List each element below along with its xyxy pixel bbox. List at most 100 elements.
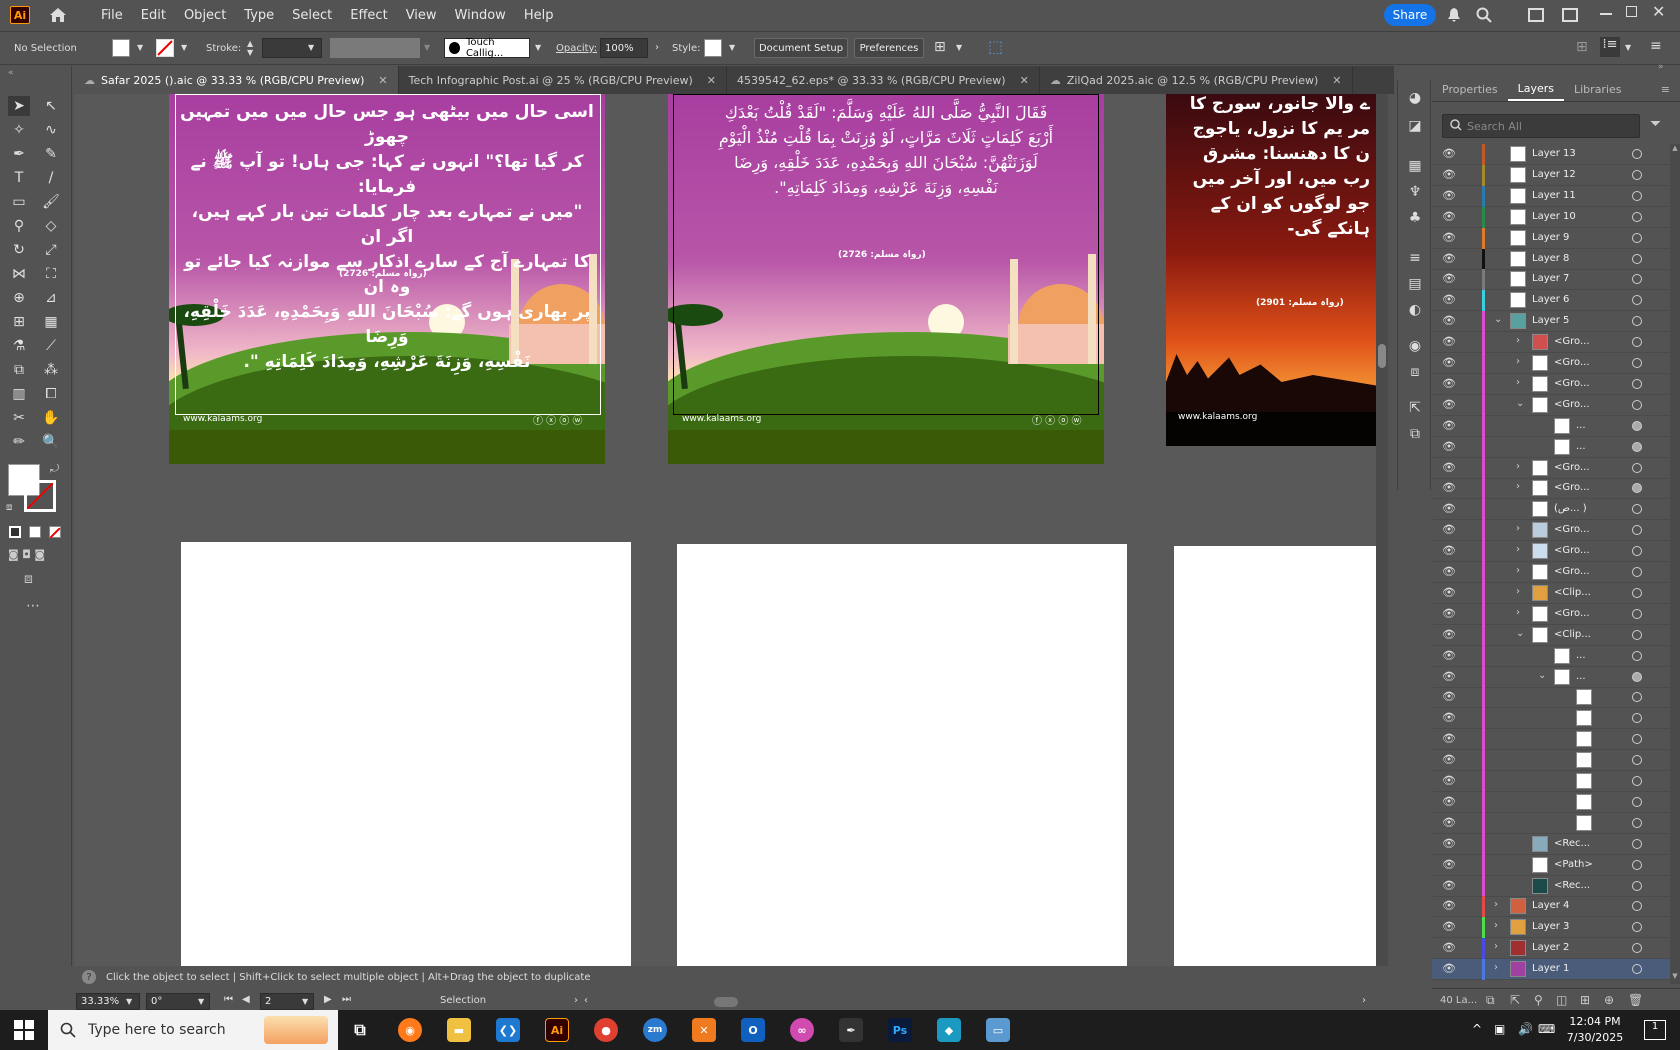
paintbrush-tool-icon[interactable]: 🖌 [40, 192, 62, 212]
visibility-eye-icon[interactable]: 👁 [1442, 481, 1458, 495]
draw-modes-icon[interactable]: ◙ ◘ ◙ [8, 548, 64, 564]
scroll-right-icon[interactable]: › [1362, 995, 1366, 1006]
target-icon[interactable] [1632, 922, 1642, 933]
graphic-style-swatch[interactable] [704, 39, 722, 57]
tab-4539542[interactable]: 4539542_62.eps* @ 33.33 % (RGB/CPU Previ… [727, 66, 1040, 94]
visibility-eye-icon[interactable]: 👁 [1442, 607, 1458, 621]
outlook-icon[interactable]: O [741, 1018, 765, 1042]
layer-row[interactable]: 👁 Layer 11 [1432, 185, 1670, 207]
file-explorer-icon[interactable]: ▬ [447, 1018, 471, 1042]
target-icon[interactable] [1632, 776, 1642, 786]
clock[interactable]: 12:04 PM 7/30/2025 [1558, 1014, 1632, 1046]
symbols-panel-icon[interactable]: ♣ [1405, 208, 1425, 228]
collect-export-icon[interactable]: ⧉ [1486, 993, 1495, 1008]
fill-swatch[interactable] [112, 39, 130, 57]
target-icon[interactable] [1632, 859, 1642, 870]
layer-name[interactable]: <Gro... [1554, 482, 1590, 493]
target-icon[interactable] [1632, 880, 1642, 891]
scroll-down-icon[interactable]: ▼ [1670, 972, 1680, 980]
new-sublayer-icon[interactable]: ⊞ [1580, 993, 1590, 1007]
menu-help[interactable]: Help [515, 8, 563, 23]
stroke-panel-icon[interactable]: ≡ [1405, 248, 1425, 268]
layer-name[interactable]: ... [1576, 441, 1586, 452]
blank-artboard-3[interactable] [1174, 546, 1376, 966]
export-panel-icon[interactable]: ⇱ [1405, 398, 1425, 418]
direct-selection-tool-icon[interactable]: ↖ [40, 96, 62, 116]
minimize-icon[interactable] [1600, 13, 1612, 15]
xampp-icon[interactable]: ✕ [692, 1018, 716, 1042]
prev-artboard-icon[interactable]: ◀ [242, 994, 250, 1005]
brushes-panel-icon[interactable]: ♆ [1405, 182, 1425, 202]
clipping-mask-icon[interactable]: ◫ [1556, 993, 1567, 1007]
layer-name[interactable]: <Rec... [1554, 838, 1590, 849]
layer-row[interactable]: 👁 › <Clip... [1432, 582, 1670, 604]
stroke-dropdown-icon[interactable]: ▼ [181, 43, 187, 52]
layer-row[interactable]: 👁 Layer 13 [1432, 144, 1670, 165]
layer-row[interactable]: 👁 (ص... ) [1432, 499, 1670, 521]
eyedropper-tool-icon[interactable]: ⚗ [8, 336, 30, 356]
panel-options-dropdown-icon[interactable]: ▼ [1625, 43, 1631, 52]
layer-name[interactable]: Layer 1 [1532, 963, 1569, 974]
stroke-color-swatch[interactable] [24, 480, 56, 512]
creative-cloud-icon[interactable]: ∞ [790, 1018, 814, 1042]
line-tool-icon[interactable]: / [40, 168, 62, 188]
first-artboard-icon[interactable]: ⏮ [224, 994, 233, 1005]
menu-edit[interactable]: Edit [132, 8, 175, 23]
visibility-eye-icon[interactable]: 👁 [1442, 795, 1458, 809]
visibility-eye-icon[interactable]: 👁 [1442, 314, 1458, 328]
windows-start-icon[interactable] [14, 1020, 34, 1043]
layer-name[interactable]: Layer 5 [1532, 315, 1569, 326]
color-panel-icon[interactable]: ◕ [1405, 88, 1425, 108]
layer-name[interactable]: <Clip... [1554, 587, 1591, 598]
expand-chevron-icon[interactable]: › [1516, 481, 1526, 492]
visibility-eye-icon[interactable]: 👁 [1442, 711, 1458, 725]
expand-chevron-icon[interactable]: › [1516, 544, 1526, 555]
menu-file[interactable]: File [92, 8, 132, 23]
target-icon[interactable] [1632, 483, 1642, 494]
expand-chevron-icon[interactable]: › [1516, 356, 1526, 367]
artboard-zilqad[interactable]: ے والا جانور، سورج کا مر یم کا نزول، یاج… [1166, 94, 1376, 446]
target-icon[interactable] [1632, 378, 1642, 389]
visibility-eye-icon[interactable]: 👁 [1442, 398, 1458, 412]
rectangle-tool-icon[interactable]: ▭ [8, 192, 30, 212]
layer-row[interactable]: 👁 Layer 6 [1432, 290, 1670, 312]
layer-name[interactable]: Layer 9 [1532, 232, 1569, 243]
type-tool-icon[interactable]: T [8, 168, 30, 188]
layer-row[interactable]: 👁 <Rec... [1432, 875, 1670, 897]
visibility-eye-icon[interactable]: 👁 [1442, 732, 1458, 746]
gradient-mode-icon[interactable] [29, 526, 41, 538]
layer-name[interactable]: <Gro... [1554, 545, 1590, 556]
visibility-eye-icon[interactable]: 👁 [1442, 858, 1458, 872]
expand-chevron-icon[interactable]: › [1494, 962, 1504, 973]
lasso-tool-icon[interactable]: ∿ [40, 120, 62, 140]
layer-row[interactable]: 👁 <Rec... [1432, 833, 1670, 855]
blank-artboard-1[interactable] [181, 542, 631, 966]
target-icon[interactable] [1632, 692, 1642, 703]
layer-name[interactable]: ... [1576, 671, 1586, 682]
artboard-tool-icon[interactable]: ⧠ [40, 384, 62, 404]
visibility-eye-icon[interactable]: 👁 [1442, 565, 1458, 579]
target-icon[interactable] [1632, 211, 1642, 222]
expand-chevron-icon[interactable]: ⌄ [1516, 628, 1526, 639]
expand-chevron-icon[interactable]: › [1516, 586, 1526, 597]
layer-row[interactable]: 👁 › Layer 2 [1432, 938, 1670, 960]
target-icon[interactable] [1632, 713, 1642, 724]
menu-effect[interactable]: Effect [341, 8, 396, 23]
layer-name[interactable]: Layer 8 [1532, 253, 1569, 264]
layer-name[interactable]: <Gro... [1554, 399, 1590, 410]
layer-name[interactable]: <Rec... [1554, 880, 1590, 891]
layer-row[interactable]: 👁 [1432, 708, 1670, 730]
visibility-eye-icon[interactable]: 👁 [1442, 272, 1458, 286]
close-tab-icon[interactable]: ✕ [707, 74, 716, 87]
target-icon[interactable] [1632, 253, 1642, 264]
target-icon[interactable] [1632, 441, 1642, 452]
layer-row[interactable]: 👁... [1432, 415, 1670, 437]
target-icon[interactable] [1632, 838, 1642, 849]
visibility-eye-icon[interactable]: 👁 [1442, 628, 1458, 642]
restore-icon[interactable] [1626, 6, 1637, 17]
share-artwork-icon[interactable]: ⬚ [988, 37, 1003, 56]
close-tab-icon[interactable]: ✕ [1020, 74, 1029, 87]
gradient-panel-icon[interactable]: ▤ [1405, 274, 1425, 294]
layer-name[interactable]: Layer 7 [1532, 273, 1569, 284]
visibility-eye-icon[interactable]: 👁 [1442, 168, 1458, 182]
